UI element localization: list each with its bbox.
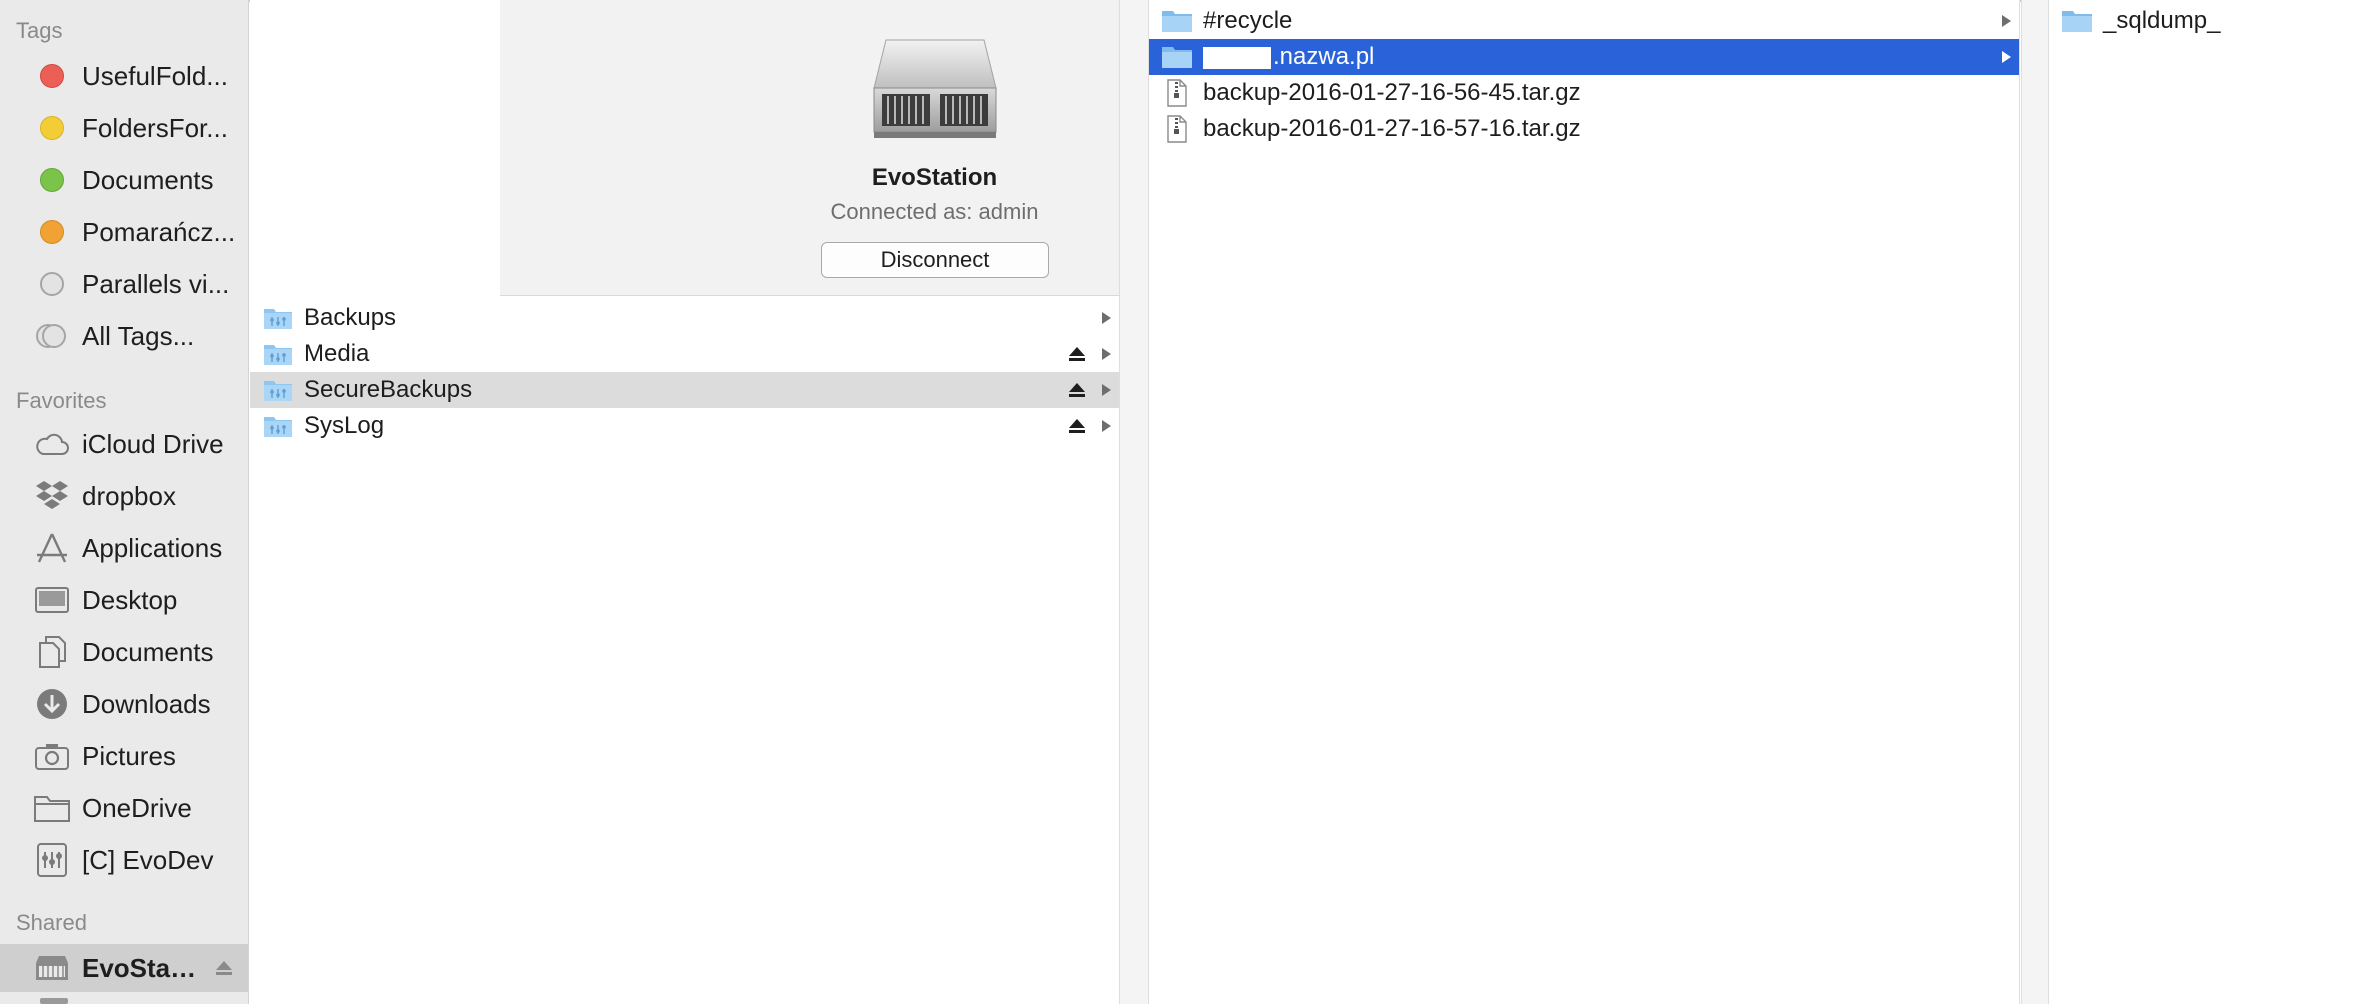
file-name: #recycle <box>1203 7 1293 34</box>
browser-column-nazwa-pl: _sqldump_ <box>2048 0 2372 1004</box>
sidebar-tag-documents[interactable]: Documents <box>0 156 248 204</box>
documents-icon <box>33 634 71 670</box>
file-row-backup-1[interactable]: backup-2016-01-27-16-56-45.tar.gz <box>1149 75 2019 111</box>
sidebar-item-label: Pictures <box>82 740 176 771</box>
chevron-right-icon <box>1099 417 1113 435</box>
sidebar-item-label: Documents <box>82 636 214 667</box>
all-tags-icon-front <box>42 324 66 348</box>
network-volume-icon <box>33 842 71 878</box>
sidebar-item-icloud-drive[interactable]: iCloud Drive <box>0 420 248 468</box>
file-name: backup-2016-01-27-16-57-16.tar.gz <box>1203 115 1581 142</box>
chevron-right-icon <box>1999 12 2013 30</box>
column-divider[interactable] <box>1119 0 1148 1004</box>
gray-tag-icon <box>40 272 64 296</box>
chevron-right-icon <box>1099 381 1113 399</box>
folder-icon <box>1161 43 1193 71</box>
tags-header: Tags <box>16 18 63 43</box>
file-name: .nazwa.pl <box>1273 43 1375 70</box>
sidebar-item-label: EvoStati... <box>82 952 202 983</box>
file-name: backup-2016-01-27-16-56-45.tar.gz <box>1203 79 1581 106</box>
server-icon <box>33 950 71 986</box>
file-name-selected: .nazwa.pl <box>1203 43 1374 71</box>
sidebar-item-documents[interactable]: Documents <box>0 628 248 676</box>
sidebar-item-label: iCloud Drive <box>82 428 224 459</box>
sidebar-item-onedrive[interactable]: OneDrive <box>0 784 248 832</box>
folder-icon <box>2061 7 2093 35</box>
sidebar-item-dropbox[interactable]: dropbox <box>0 472 248 520</box>
eject-icon[interactable] <box>1067 344 1087 364</box>
share-row-media[interactable]: Media <box>250 336 1119 372</box>
share-name: SecureBackups <box>304 376 473 403</box>
camera-icon <box>33 738 71 774</box>
sidebar-item-downloads[interactable]: Downloads <box>0 680 248 728</box>
shared-folder-icon <box>262 376 294 404</box>
browser-column-server: EvoStation Connected as: admin Disconnec… <box>250 0 1369 1004</box>
file-row-nazwa-pl[interactable]: .nazwa.pl <box>1149 39 2019 75</box>
server-icon <box>870 30 1000 142</box>
share-name: Backups <box>304 304 397 331</box>
chevron-right-icon <box>1099 309 1113 327</box>
desktop-icon <box>33 582 71 618</box>
sidebar-item-label: Parallels vi... <box>82 268 230 299</box>
sidebar-item-evodev[interactable]: [C] EvoDev <box>0 836 248 884</box>
green-tag-icon <box>40 168 64 192</box>
sidebar-item-label: FoldersFor... <box>82 112 228 143</box>
folder-icon <box>1161 7 1193 35</box>
sidebar-item-label: Pomarańcz... <box>82 216 236 247</box>
column-divider[interactable] <box>2021 0 2048 1004</box>
shared-folder-icon <box>262 340 294 368</box>
dropbox-icon <box>33 478 71 514</box>
orange-tag-icon <box>40 220 64 244</box>
sidebar-item-applications[interactable]: Applications <box>0 524 248 572</box>
sidebar-tag-usefulfolders[interactable]: UsefulFold... <box>0 52 248 100</box>
share-row-backups[interactable]: Backups <box>250 300 1119 336</box>
disconnect-button[interactable]: Disconnect <box>821 242 1049 278</box>
shared-folder-icon <box>262 412 294 440</box>
sidebar-item-evostation[interactable]: EvoStati... <box>0 944 248 992</box>
eject-icon[interactable] <box>1067 416 1087 436</box>
file-name: _sqldump_ <box>2103 7 2221 34</box>
cloud-icon <box>33 426 71 462</box>
sidebar-item-label: Downloads <box>82 688 211 719</box>
favorites-header: Favorites <box>16 388 107 413</box>
sidebar-item-pictures[interactable]: Pictures <box>0 732 248 780</box>
chevron-right-icon <box>1999 48 2013 66</box>
sidebar-next-item-peek <box>40 998 68 1004</box>
red-tag-icon <box>40 64 64 88</box>
eject-icon[interactable] <box>213 957 235 979</box>
sidebar-item-label: All Tags... <box>82 320 195 351</box>
sidebar-item-label: dropbox <box>82 480 176 511</box>
chevron-right-icon <box>1099 345 1113 363</box>
sidebar-item-label: Applications <box>82 532 223 563</box>
sidebar-all-tags[interactable]: All Tags... <box>0 312 248 360</box>
share-row-syslog[interactable]: SysLog <box>250 408 1119 444</box>
sidebar: Tags UsefulFold... FoldersFor... Documen… <box>0 0 249 1004</box>
file-row-recycle[interactable]: #recycle <box>1149 3 2019 39</box>
sidebar-item-label: Desktop <box>82 584 178 615</box>
shared-folder-icon <box>262 304 294 332</box>
sidebar-tag-pomaranczowy[interactable]: Pomarańcz... <box>0 208 248 256</box>
redacted-block <box>1203 46 1271 69</box>
share-row-securebackups[interactable]: SecureBackups <box>250 372 1119 408</box>
sidebar-tag-foldersfor[interactable]: FoldersFor... <box>0 104 248 152</box>
sidebar-item-label: OneDrive <box>82 792 192 823</box>
applications-icon <box>33 530 71 566</box>
sidebar-item-desktop[interactable]: Desktop <box>0 576 248 624</box>
eject-icon[interactable] <box>1067 380 1087 400</box>
folder-icon <box>33 790 71 826</box>
yellow-tag-icon <box>40 116 64 140</box>
sidebar-item-label: Documents <box>82 164 214 195</box>
share-name: Media <box>304 340 370 367</box>
downloads-icon <box>33 686 71 722</box>
archive-file-icon <box>1161 115 1193 143</box>
shared-header: Shared <box>16 910 87 935</box>
file-row-backup-2[interactable]: backup-2016-01-27-16-57-16.tar.gz <box>1149 111 2019 147</box>
sidebar-tag-parallels[interactable]: Parallels vi... <box>0 260 248 308</box>
sidebar-item-label: [C] EvoDev <box>82 844 214 875</box>
archive-file-icon <box>1161 79 1193 107</box>
share-name: SysLog <box>304 412 385 439</box>
file-row-sqldump[interactable]: _sqldump_ <box>2049 3 2372 39</box>
browser-column-securebackups: #recycle .nazwa.pl backup-2016-01-27-16-… <box>1148 0 2020 1004</box>
sidebar-item-label: UsefulFold... <box>82 60 228 91</box>
